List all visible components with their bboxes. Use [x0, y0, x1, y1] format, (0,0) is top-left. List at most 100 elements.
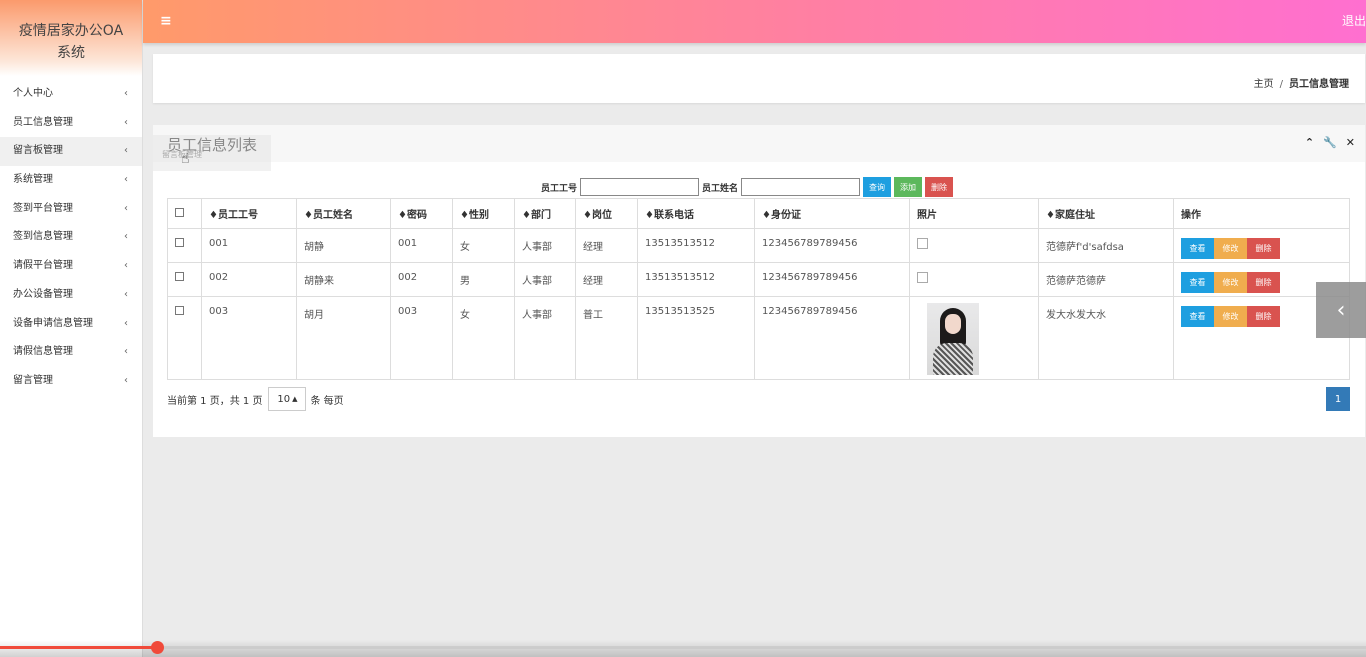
- delete-button[interactable]: 删除: [1247, 238, 1280, 259]
- sidebar-item-leave-info[interactable]: 请假信息管理 ‹: [0, 338, 142, 367]
- cell-id-card: 123456789789456: [754, 228, 910, 263]
- col-employee-name[interactable]: ♦员工姓名: [296, 198, 391, 229]
- pagination-info: 当前第 1 页，共 1 页 10 ▲ 条 每页: [167, 387, 344, 411]
- card-tools: ⌃ 🔧 ✕: [1305, 136, 1355, 149]
- cell-address: 范德萨f'd'safdsa: [1038, 228, 1174, 263]
- sidebar-nav: 个人中心 ‹ 员工信息管理 ‹ 留言板管理 ‹ 系统管理 ‹ 签到平台管理 ‹ 签到信息管…: [0, 80, 142, 396]
- cell-employee-id: 002: [201, 262, 297, 297]
- breadcrumb: 主页 / 员工信息管理: [1254, 75, 1349, 90]
- logout-link[interactable]: 退出: [1342, 12, 1366, 29]
- view-button[interactable]: 查看: [1181, 272, 1214, 293]
- employee-id-label: 员工工号: [541, 183, 578, 194]
- sidebar-item-equipment-requests[interactable]: 设备申请信息管理 ‹: [0, 310, 142, 339]
- sidebar-item-messages[interactable]: 留言管理 ‹: [0, 367, 142, 396]
- video-progress-track[interactable]: [0, 646, 1366, 649]
- col-password[interactable]: ♦密码: [390, 198, 453, 229]
- cell-photo: [909, 262, 1039, 297]
- sidebar-item-label: 办公设备管理: [13, 288, 73, 300]
- table-row: 001 胡静 001 女 人事部 经理 13513513512 12345678…: [167, 228, 1350, 263]
- sidebar-item-label: 签到信息管理: [13, 231, 73, 243]
- employee-id-input[interactable]: [580, 178, 700, 196]
- edit-button[interactable]: 修改: [1214, 272, 1247, 293]
- employee-table: ♦员工工号 ♦员工姓名 ♦密码 ♦性别 ♦部门 ♦岗位 ♦联系电话 ♦身份证 照…: [167, 198, 1350, 380]
- query-button[interactable]: 查询: [863, 177, 892, 197]
- breadcrumb-separator: /: [1279, 79, 1283, 90]
- chevron-left-icon: ‹: [124, 116, 128, 128]
- cell-password: 002: [390, 262, 453, 297]
- page-button-current[interactable]: 1: [1326, 387, 1350, 411]
- page-size-select[interactable]: 10 ▲: [268, 387, 307, 411]
- sidebar-item-leave-platform[interactable]: 请假平台管理 ‹: [0, 252, 142, 281]
- col-department[interactable]: ♦部门: [514, 198, 576, 229]
- cell-password: 003: [390, 296, 453, 380]
- sidebar-item-message-board[interactable]: 留言板管理 ‹: [0, 137, 142, 167]
- cell-actions: 查看 修改 删除: [1173, 228, 1350, 263]
- sidebar-item-signin-platform[interactable]: 签到平台管理 ‹: [0, 195, 142, 224]
- sidebar-item-label: 员工信息管理: [13, 116, 73, 128]
- employee-name-input[interactable]: [741, 178, 861, 196]
- edit-button[interactable]: 修改: [1214, 306, 1247, 327]
- hand-cursor-icon: ☝: [181, 151, 190, 167]
- row-checkbox[interactable]: [175, 238, 184, 247]
- sidebar-item-label: 请假平台管理: [13, 260, 73, 272]
- col-gender[interactable]: ♦性别: [452, 198, 515, 229]
- chevron-left-icon[interactable]: ‹: [1316, 282, 1366, 338]
- cell-photo: [909, 228, 1039, 263]
- cell-phone: 13513513525: [637, 296, 755, 380]
- chevron-left-icon: ‹: [124, 346, 128, 358]
- breadcrumb-home[interactable]: 主页: [1254, 79, 1274, 90]
- cell-address: 范德萨范德萨: [1038, 262, 1174, 297]
- chevron-left-icon: ‹: [124, 260, 128, 272]
- cell-department: 人事部: [514, 296, 576, 380]
- chevron-left-icon: ‹: [124, 288, 128, 300]
- chevron-left-icon: ‹: [124, 231, 128, 243]
- view-button[interactable]: 查看: [1181, 238, 1214, 259]
- col-id-card[interactable]: ♦身份证: [754, 198, 910, 229]
- cell-id-card: 123456789789456: [754, 262, 910, 297]
- broken-image-icon: [917, 272, 928, 283]
- employee-list-card: 员工信息列表 留言板管理 ☝ ⌃ 🔧 ✕ 员工工号 员工姓名 查询 添加 删除 …: [153, 125, 1365, 437]
- delete-button[interactable]: 删除: [1247, 306, 1280, 327]
- sidebar-item-employee-info[interactable]: 员工信息管理 ‹: [0, 109, 142, 138]
- col-post[interactable]: ♦岗位: [575, 198, 638, 229]
- sidebar-item-signin-info[interactable]: 签到信息管理 ‹: [0, 223, 142, 252]
- col-phone[interactable]: ♦联系电话: [637, 198, 755, 229]
- sidebar-item-personal-center[interactable]: 个人中心 ‹: [0, 80, 142, 109]
- add-button[interactable]: 添加: [894, 177, 923, 197]
- row-select-cell: [167, 228, 202, 263]
- broken-image-icon: [917, 238, 928, 249]
- wrench-icon[interactable]: 🔧: [1323, 136, 1337, 149]
- row-checkbox[interactable]: [175, 272, 184, 281]
- sidebar-item-label: 留言板管理: [13, 145, 63, 157]
- cell-post: 经理: [575, 262, 638, 297]
- batch-delete-button[interactable]: 删除: [925, 177, 954, 197]
- collapse-icon[interactable]: ⌃: [1305, 136, 1314, 149]
- video-progress-knob[interactable]: [151, 641, 164, 654]
- cell-password: 001: [390, 228, 453, 263]
- page-size-value: 10: [277, 393, 291, 405]
- col-photo: 照片: [909, 198, 1039, 229]
- edit-button[interactable]: 修改: [1214, 238, 1247, 259]
- close-icon[interactable]: ✕: [1346, 136, 1355, 149]
- caret-up-icon: ▲: [292, 395, 298, 403]
- sidebar-item-label: 留言管理: [13, 374, 53, 386]
- col-address[interactable]: ♦家庭住址: [1038, 198, 1174, 229]
- sidebar-item-system[interactable]: 系统管理 ‹: [0, 166, 142, 195]
- per-page-label: 条 每页: [310, 395, 344, 407]
- cell-gender: 女: [452, 228, 515, 263]
- cell-gender: 男: [452, 262, 515, 297]
- delete-button[interactable]: 删除: [1247, 272, 1280, 293]
- cell-employee-id: 003: [201, 296, 297, 380]
- app-title-line1: 疫情居家办公OA: [18, 23, 124, 39]
- view-button[interactable]: 查看: [1181, 306, 1214, 327]
- breadcrumb-current: 员工信息管理: [1289, 79, 1349, 90]
- chevron-left-icon: ‹: [124, 174, 128, 186]
- col-employee-id[interactable]: ♦员工工号: [201, 198, 297, 229]
- cell-employee-name: 胡静来: [296, 262, 391, 297]
- chevron-left-icon: ‹: [124, 88, 128, 99]
- cell-photo: [909, 296, 1039, 380]
- sidebar-item-office-equipment[interactable]: 办公设备管理 ‹: [0, 281, 142, 310]
- row-checkbox[interactable]: [175, 306, 184, 315]
- menu-icon[interactable]: ≡: [160, 13, 172, 29]
- select-all-checkbox[interactable]: [175, 207, 184, 217]
